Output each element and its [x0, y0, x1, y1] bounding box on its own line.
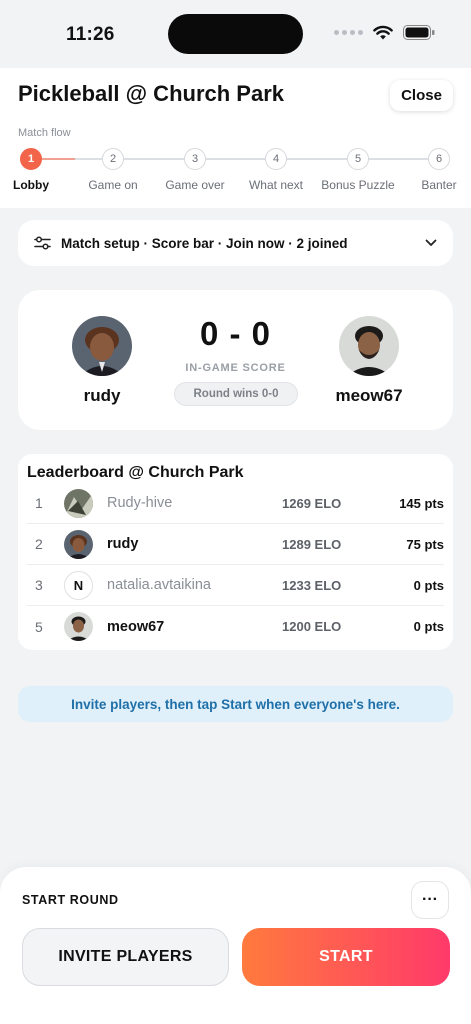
leaderboard-row[interactable]: 3 N natalia.avtaikina 1233 ELO 0 pts — [27, 565, 444, 606]
start-button[interactable]: START — [242, 928, 450, 986]
player-name: meow67 — [107, 618, 165, 635]
player-name: meow67 — [335, 386, 403, 405]
player-name: rudy — [107, 536, 139, 552]
avatar — [64, 488, 93, 518]
player-name: Rudy-hive — [107, 495, 173, 511]
step-number: 1 — [20, 148, 42, 170]
step-label: Game on — [88, 178, 138, 192]
step-game-over[interactable]: 3 Game over — [150, 148, 240, 192]
bottom-sheet: START ROUND ··· INVITE PLAYERS START — [0, 867, 471, 1024]
points: 0 pts — [413, 619, 444, 634]
leaderboard-row[interactable]: 1 Rudy-hive 1269 ELO 145 pts — [27, 483, 444, 524]
avatar — [64, 529, 93, 559]
status-icons — [334, 25, 435, 40]
avatar — [339, 316, 399, 376]
step-label: Banter — [421, 178, 457, 192]
invite-players-button[interactable]: INVITE PLAYERS — [22, 928, 229, 986]
points: 75 pts — [406, 536, 444, 552]
step-lobby[interactable]: 1 Lobby — [0, 148, 76, 192]
wifi-icon — [373, 25, 393, 40]
status-time: 11:26 — [66, 24, 115, 45]
player-right[interactable]: meow67 — [314, 316, 424, 406]
elo: 1200 ELO — [282, 619, 342, 634]
elo: 1289 ELO — [282, 536, 342, 552]
step-number: 3 — [184, 148, 206, 170]
avatar — [64, 612, 93, 641]
step-number: 6 — [428, 148, 450, 170]
step-bonus-puzzle[interactable]: 5 Bonus Puzzle — [313, 148, 403, 192]
rank: 1 — [35, 495, 43, 511]
leaderboard-row[interactable]: 5 meow67 1200 ELO 0 pts — [27, 606, 444, 647]
avatar-initial: N — [64, 570, 93, 600]
step-number: 5 — [347, 148, 369, 170]
match-flow-stepper: 1 Lobby 2 Game on 3 Game over 4 What nex… — [0, 148, 471, 208]
leaderboard: Leaderboard @ Church Park 1 Rudy-hive 12… — [18, 454, 453, 650]
player-name: natalia.avtaikina — [107, 577, 211, 593]
points: 145 pts — [399, 495, 444, 511]
start-round-label: START ROUND — [22, 893, 119, 907]
match-flow-label: Match flow — [18, 127, 71, 139]
rank: 2 — [35, 536, 43, 552]
page-title: Pickleball @ Church Park — [18, 81, 284, 106]
match-setup-bar[interactable]: Match setup · Score bar · Join now · 2 j… — [18, 220, 453, 266]
status-bar: 11:26 — [0, 0, 471, 68]
close-button[interactable]: Close — [390, 80, 453, 111]
more-icon: ··· — [422, 891, 438, 908]
step-number: 4 — [265, 148, 287, 170]
elo: 1233 ELO — [282, 577, 342, 593]
step-label: Game over — [165, 178, 225, 192]
header: Pickleball @ Church Park Close Match flo… — [0, 68, 471, 208]
step-game-on[interactable]: 2 Game on — [68, 148, 158, 192]
step-number: 2 — [102, 148, 124, 170]
hint-banner: Invite players, then tap Start when ever… — [18, 686, 453, 722]
match-setup-summary: Match setup · Score bar · Join now · 2 j… — [61, 235, 348, 251]
leaderboard-title: Leaderboard @ Church Park — [27, 464, 244, 481]
chevron-down-icon — [425, 239, 437, 246]
rank: 5 — [35, 618, 43, 635]
dynamic-island — [168, 14, 303, 54]
points: 0 pts — [413, 577, 444, 593]
player-name: rudy — [83, 386, 121, 405]
leaderboard-row[interactable]: 2 rudy 1289 ELO 75 pts — [27, 524, 444, 565]
elo: 1269 ELO — [282, 495, 342, 511]
cellular-signal-icon — [334, 30, 363, 35]
battery-icon — [403, 25, 435, 40]
round-wins-badge: Round wins 0-0 — [174, 382, 298, 406]
more-options-button[interactable]: ··· — [411, 881, 449, 919]
rank: 3 — [35, 577, 43, 593]
sliders-icon — [34, 236, 51, 250]
score-card: rudy 0 - 0 IN-GAME SCORE Round wins 0-0 … — [18, 290, 453, 430]
step-banter[interactable]: 6 Banter — [394, 148, 471, 192]
step-label: What next — [248, 178, 304, 192]
step-label: Bonus Puzzle — [321, 178, 395, 192]
step-what-next[interactable]: 4 What next — [231, 148, 321, 192]
step-label: Lobby — [13, 178, 49, 192]
